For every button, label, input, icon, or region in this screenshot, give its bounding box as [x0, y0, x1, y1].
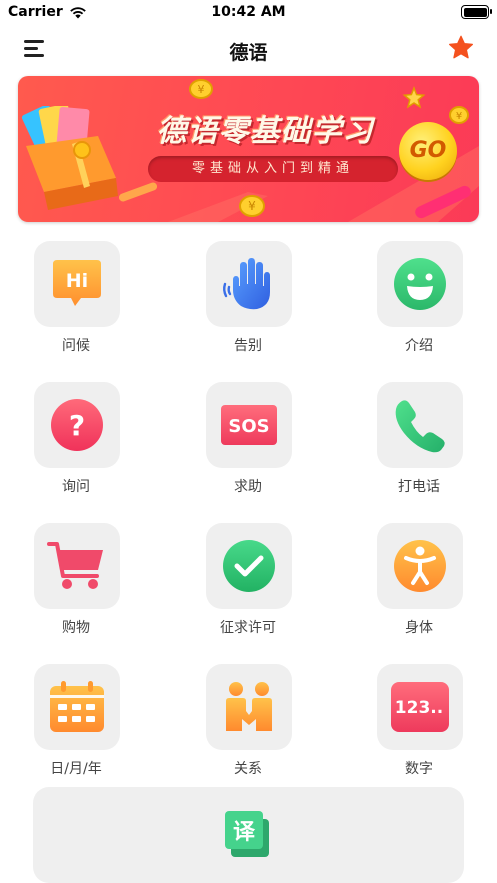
status-bar: Carrier 10:42 AM — [0, 0, 497, 26]
battery-icon — [461, 5, 492, 19]
navigation-bar: 德语 — [0, 26, 497, 74]
category-tile[interactable]: Hi — [34, 241, 120, 327]
promo-banner[interactable]: ¥ ¥ ¥ 德语零基础学习 零基础从入门到精通 GO — [18, 76, 479, 222]
svg-text:SOS: SOS — [228, 416, 269, 437]
svg-text:¥: ¥ — [248, 199, 256, 213]
sos-icon: SOS — [221, 405, 277, 445]
category-shopping[interactable]: 购物 — [21, 523, 131, 653]
category-phone-call[interactable]: 打电话 — [364, 382, 474, 512]
category-label: 数字 — [405, 761, 433, 777]
category-numbers[interactable]: 123.. 数字 — [364, 664, 474, 794]
category-label: 介绍 — [405, 338, 433, 354]
category-tile[interactable] — [377, 382, 463, 468]
svg-text:123..: 123.. — [395, 698, 443, 718]
category-tile[interactable] — [206, 664, 292, 750]
category-tile[interactable] — [206, 523, 292, 609]
calendar-icon — [50, 681, 104, 732]
category-label: 日/月/年 — [50, 761, 102, 777]
category-label: 告别 — [234, 338, 262, 354]
coin-icon: ¥ — [239, 195, 265, 217]
category-tile[interactable] — [34, 664, 120, 750]
go-badge-label: GO — [409, 138, 447, 163]
svg-text:?: ? — [69, 409, 85, 442]
numbers-icon: 123.. — [391, 682, 449, 732]
category-dates[interactable]: 日/月/年 — [21, 664, 131, 794]
sparkle-star-icon — [402, 86, 426, 109]
shopping-cart-icon — [47, 542, 103, 589]
category-label: 询问 — [62, 479, 90, 495]
category-tile[interactable]: 123.. — [377, 664, 463, 750]
go-badge[interactable]: GO — [399, 122, 457, 180]
category-label: 打电话 — [398, 479, 440, 495]
relationship-icon — [226, 682, 272, 731]
status-time: 10:42 AM — [211, 4, 286, 20]
category-tile[interactable] — [377, 523, 463, 609]
category-label: 关系 — [234, 761, 262, 777]
smiley-icon — [394, 258, 446, 310]
category-tile[interactable]: ? — [34, 382, 120, 468]
category-help[interactable]: SOS 求助 — [193, 382, 303, 512]
category-introduction[interactable]: 介绍 — [364, 241, 474, 371]
category-farewell[interactable]: 告别 — [193, 241, 303, 371]
translate-icon: 译 — [225, 811, 269, 857]
waving-hand-icon — [223, 258, 270, 310]
page-title: 德语 — [229, 42, 268, 64]
category-label: 问候 — [62, 338, 90, 354]
category-label: 求助 — [234, 479, 262, 495]
category-tile[interactable]: SOS — [206, 382, 292, 468]
category-label: 身体 — [405, 620, 433, 636]
category-tile[interactable] — [377, 241, 463, 327]
category-permission[interactable]: 征求许可 — [193, 523, 303, 653]
category-body[interactable]: 身体 — [364, 523, 474, 653]
translate-card[interactable]: 译 — [33, 787, 464, 883]
banner-title: 德语零基础学习 — [156, 114, 374, 149]
category-tile[interactable] — [206, 241, 292, 327]
body-icon — [394, 540, 446, 592]
check-icon — [223, 540, 275, 592]
hi-bubble-icon: Hi — [53, 260, 101, 306]
phone-icon — [395, 400, 445, 453]
category-tile[interactable] — [34, 523, 120, 609]
category-label: 征求许可 — [220, 620, 276, 636]
banner-subtitle-pill: 零基础从入门到精通 — [148, 156, 398, 182]
category-greeting[interactable]: Hi 问候 — [21, 241, 131, 371]
banner-subtitle: 零基础从入门到精通 — [191, 161, 354, 176]
category-label: 购物 — [62, 620, 90, 636]
star-icon[interactable] — [447, 34, 475, 62]
category-asking[interactable]: ? 询问 — [21, 382, 131, 512]
svg-text:¥: ¥ — [198, 83, 205, 96]
translate-glyph: 译 — [233, 820, 256, 845]
question-icon: ? — [51, 399, 103, 451]
coin-icon: ¥ — [189, 79, 213, 99]
category-relationships[interactable]: 关系 — [193, 664, 303, 794]
gift-box-icon — [21, 106, 118, 210]
svg-text:Hi: Hi — [66, 270, 88, 292]
svg-text:¥: ¥ — [456, 111, 462, 122]
